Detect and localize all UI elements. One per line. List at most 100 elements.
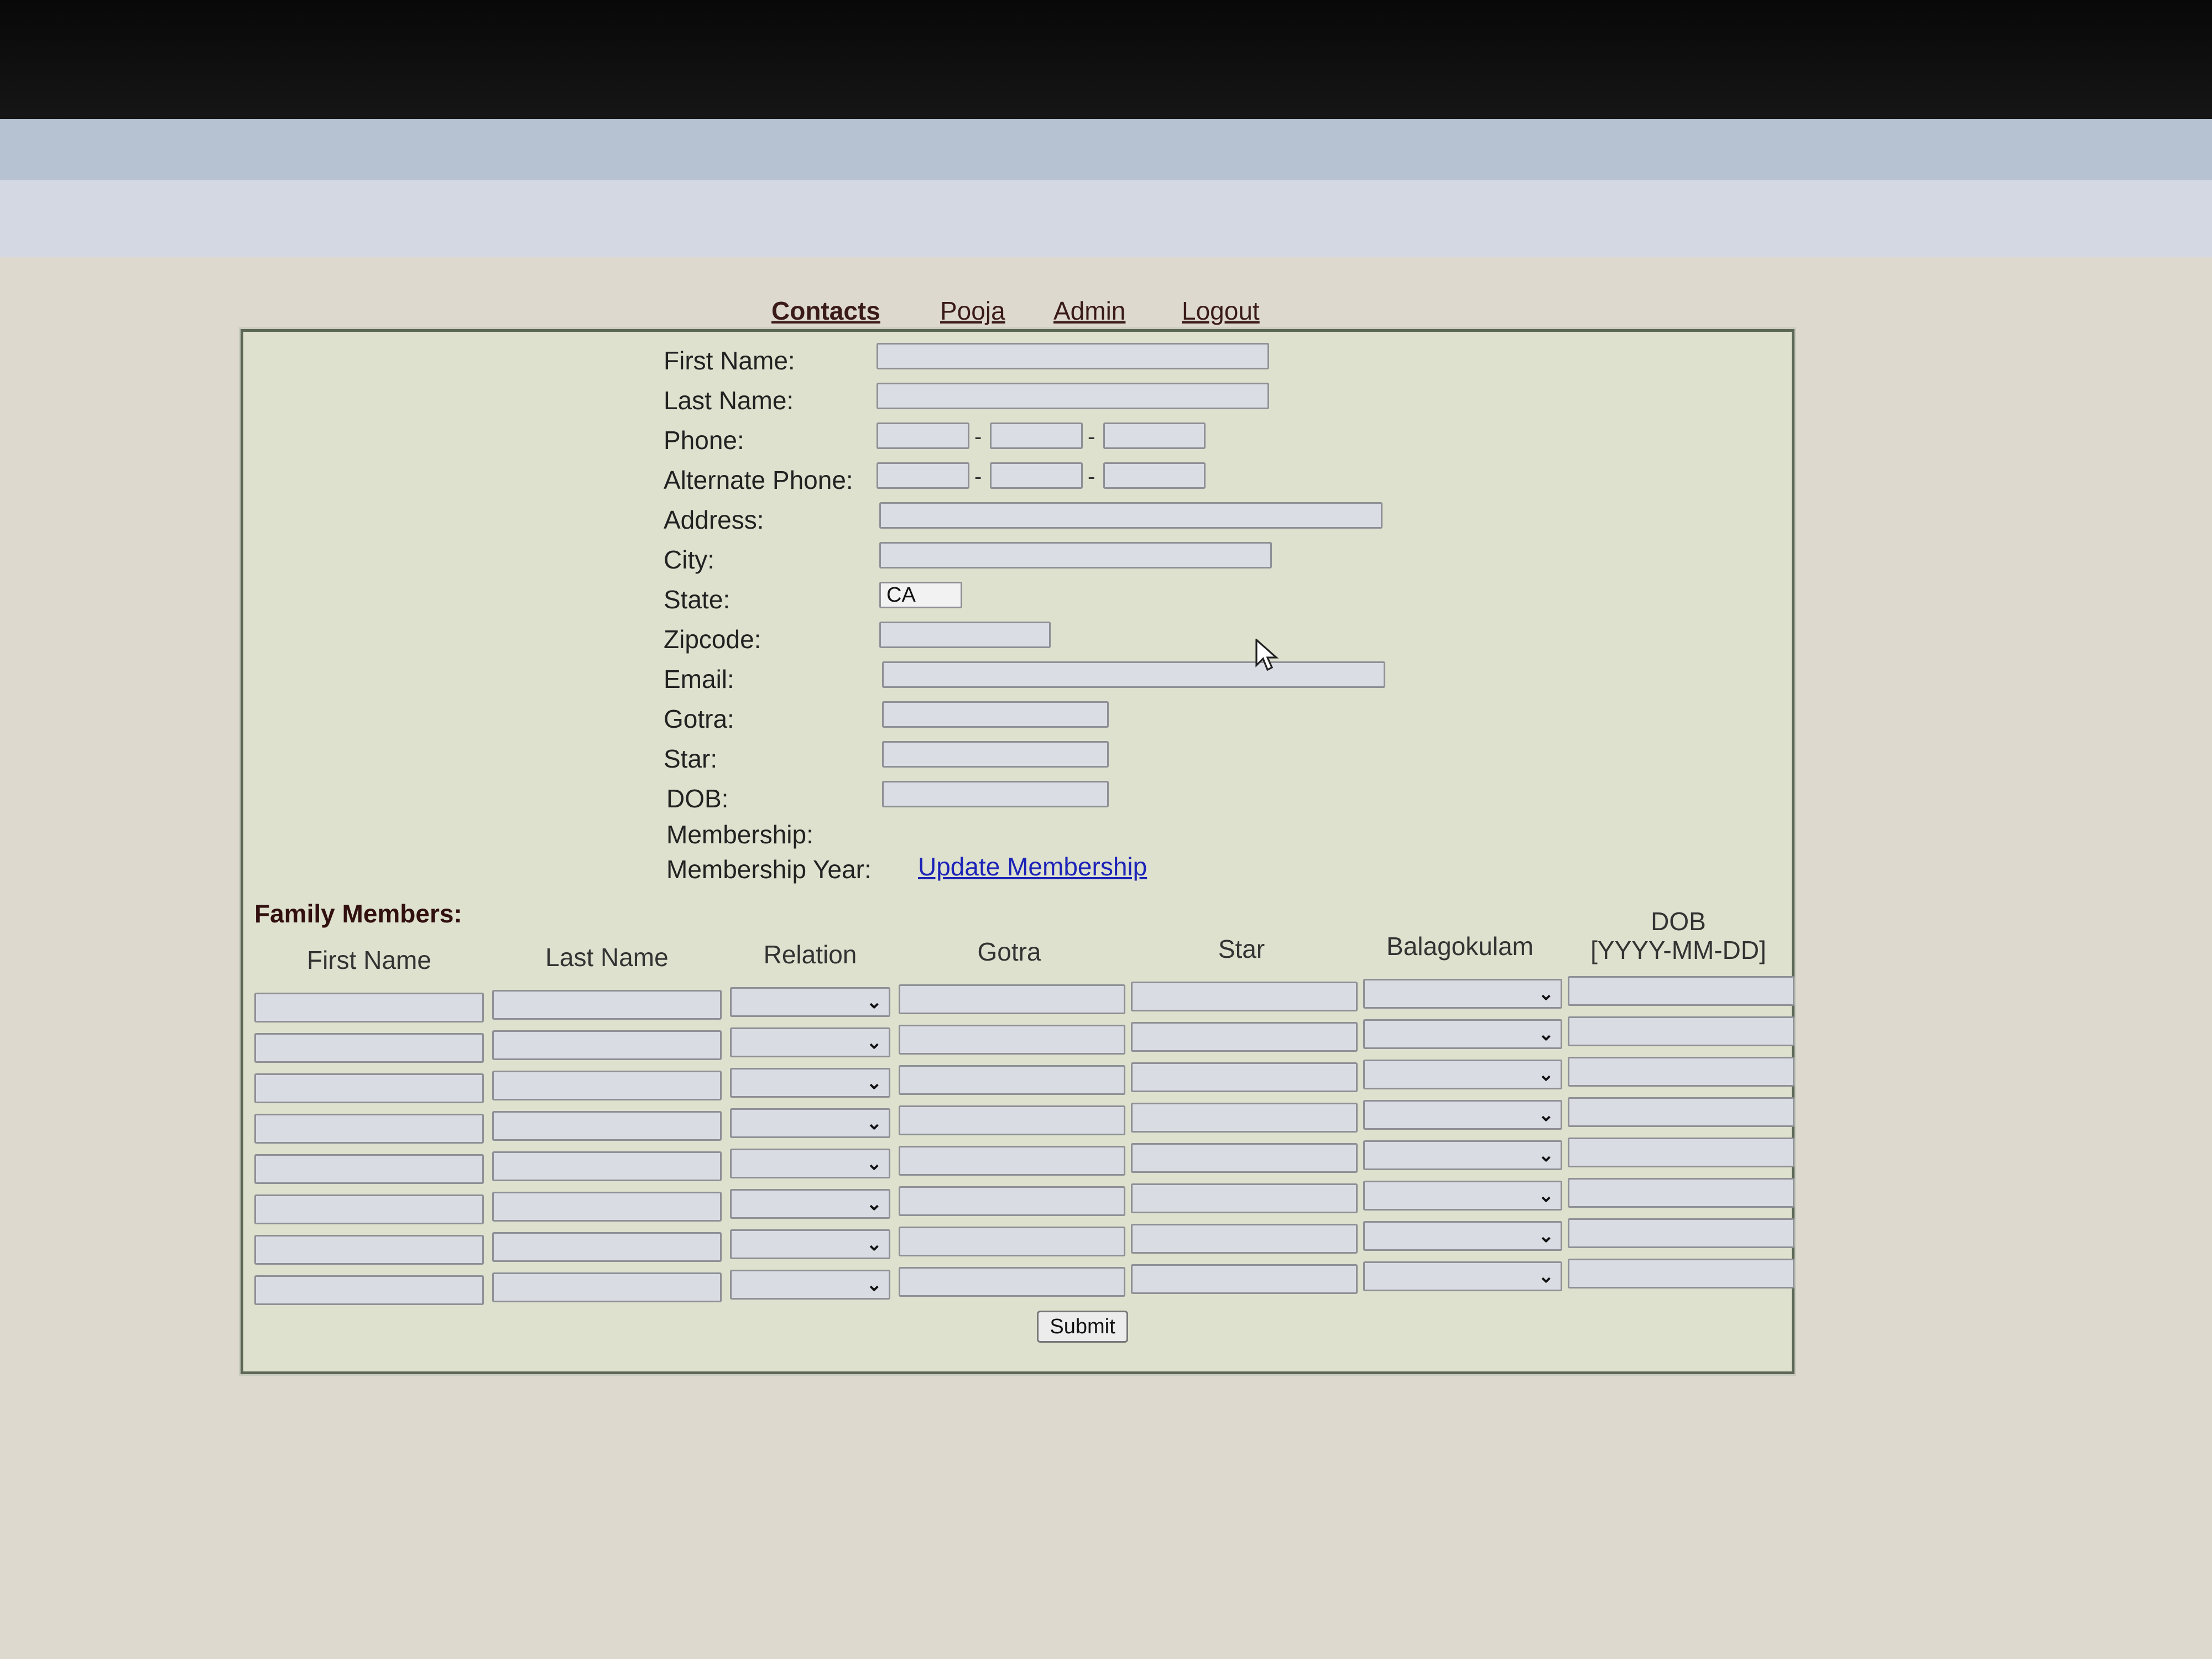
family-last-name-input[interactable] (492, 1111, 722, 1141)
nav-admin-link[interactable]: Admin (1053, 296, 1125, 326)
family-star-input[interactable] (1131, 1062, 1358, 1092)
star-label: Star: (664, 744, 718, 773)
family-star-input[interactable] (1131, 1143, 1358, 1173)
family-first-name-input[interactable] (254, 1275, 484, 1305)
chevron-down-icon: ⌄ (866, 1274, 883, 1295)
family-last-name-input[interactable] (492, 1030, 722, 1060)
family-dob-input[interactable] (1568, 1178, 1794, 1208)
family-gotra-input[interactable] (899, 1227, 1125, 1256)
family-balagokulam-select[interactable]: ⌄ (1363, 1261, 1562, 1291)
family-dob-input[interactable] (1568, 1218, 1794, 1248)
family-relation-select[interactable]: ⌄ (730, 1027, 890, 1057)
family-dob-input[interactable] (1568, 976, 1794, 1006)
phone-area-input[interactable] (877, 422, 969, 449)
family-dob-input[interactable] (1568, 1057, 1794, 1087)
family-gotra-input[interactable] (899, 1065, 1125, 1095)
chevron-down-icon: ⌄ (866, 1234, 883, 1255)
family-dob-input[interactable] (1568, 1138, 1794, 1167)
family-star-input[interactable] (1131, 1264, 1358, 1294)
family-relation-select[interactable]: ⌄ (730, 1149, 890, 1178)
chevron-down-icon: ⌄ (866, 1153, 883, 1174)
family-relation-select[interactable]: ⌄ (730, 1068, 890, 1098)
family-balagokulam-select[interactable]: ⌄ (1363, 1181, 1562, 1211)
address-label: Address: (664, 505, 764, 534)
col-dob: DOB [YYYY-MM-DD] (1565, 907, 1792, 964)
family-gotra-input[interactable] (899, 1267, 1125, 1297)
family-first-name-input[interactable] (254, 993, 484, 1022)
col-last-name: Last Name (545, 943, 669, 972)
family-first-name-input[interactable] (254, 1154, 484, 1184)
family-balagokulam-select[interactable]: ⌄ (1363, 979, 1562, 1009)
family-relation-select[interactable]: ⌄ (730, 1108, 890, 1138)
family-last-name-input[interactable] (492, 990, 722, 1020)
family-relation-select[interactable]: ⌄ (730, 987, 890, 1017)
family-gotra-input[interactable] (899, 1186, 1125, 1216)
alt-phone-prefix-input[interactable] (990, 462, 1083, 489)
family-relation-select[interactable]: ⌄ (730, 1189, 890, 1219)
family-gotra-input[interactable] (899, 1025, 1125, 1055)
family-gotra-input[interactable] (899, 1105, 1125, 1135)
email-input[interactable] (882, 661, 1385, 688)
city-input[interactable] (879, 542, 1272, 568)
family-dob-input[interactable] (1568, 1016, 1794, 1046)
monitor-bezel (0, 0, 2212, 122)
phone-prefix-input[interactable] (990, 422, 1083, 449)
dob-input[interactable] (882, 781, 1109, 807)
update-membership-link[interactable]: Update Membership (918, 852, 1147, 881)
family-first-name-input[interactable] (254, 1073, 484, 1103)
family-relation-select[interactable]: ⌄ (730, 1270, 890, 1300)
state-input[interactable] (879, 582, 962, 608)
family-first-name-input[interactable] (254, 1235, 484, 1265)
family-balagokulam-select[interactable]: ⌄ (1363, 1221, 1562, 1251)
family-star-input[interactable] (1131, 1224, 1358, 1254)
address-input[interactable] (879, 502, 1383, 529)
family-last-name-input[interactable] (492, 1151, 722, 1181)
family-dob-input[interactable] (1568, 1259, 1794, 1288)
nav-pooja-link[interactable]: Pooja (940, 296, 1005, 326)
alt-phone-line-input[interactable] (1103, 462, 1206, 489)
chevron-down-icon: ⌄ (1538, 1225, 1554, 1246)
alt-phone-label: Alternate Phone: (664, 466, 853, 494)
gotra-label: Gotra: (664, 705, 734, 733)
membership-year-label: Membership Year: (666, 855, 872, 884)
browser-toolbar (0, 119, 2212, 180)
chevron-down-icon: ⌄ (1538, 1266, 1554, 1287)
alt-phone-area-input[interactable] (877, 462, 969, 489)
col-dob-line1: DOB (1651, 907, 1706, 936)
family-last-name-input[interactable] (492, 1272, 722, 1302)
family-last-name-input[interactable] (492, 1071, 722, 1100)
phone-line-input[interactable] (1103, 422, 1206, 449)
nav-logout-link[interactable]: Logout (1182, 296, 1260, 326)
family-balagokulam-select[interactable]: ⌄ (1363, 1140, 1562, 1170)
chevron-down-icon: ⌄ (1538, 1145, 1554, 1166)
email-label: Email: (664, 665, 734, 693)
family-dob-input[interactable] (1568, 1097, 1794, 1127)
chevron-down-icon: ⌄ (866, 1032, 883, 1053)
family-first-name-input[interactable] (254, 1114, 484, 1144)
contact-form-panel: First Name: Last Name: Phone: - - Altern… (241, 329, 1794, 1374)
family-balagokulam-select[interactable]: ⌄ (1363, 1019, 1562, 1049)
family-balagokulam-select[interactable]: ⌄ (1363, 1100, 1562, 1130)
last-name-input[interactable] (877, 383, 1269, 409)
family-star-input[interactable] (1131, 982, 1358, 1011)
submit-button[interactable]: Submit (1037, 1311, 1128, 1343)
first-name-input[interactable] (877, 343, 1269, 369)
gotra-input[interactable] (882, 701, 1109, 728)
city-label: City: (664, 545, 714, 574)
family-last-name-input[interactable] (492, 1232, 722, 1262)
family-first-name-input[interactable] (254, 1194, 484, 1224)
chevron-down-icon: ⌄ (1538, 1185, 1554, 1206)
family-first-name-input[interactable] (254, 1033, 484, 1063)
membership-label: Membership: (666, 820, 813, 849)
family-balagokulam-select[interactable]: ⌄ (1363, 1060, 1562, 1089)
family-last-name-input[interactable] (492, 1192, 722, 1222)
zipcode-input[interactable] (879, 622, 1051, 648)
family-star-input[interactable] (1131, 1103, 1358, 1133)
family-gotra-input[interactable] (899, 1146, 1125, 1176)
family-gotra-input[interactable] (899, 984, 1125, 1014)
star-input[interactable] (882, 741, 1109, 768)
family-star-input[interactable] (1131, 1183, 1358, 1213)
family-relation-select[interactable]: ⌄ (730, 1229, 890, 1259)
family-star-input[interactable] (1131, 1022, 1358, 1052)
nav-contacts-link[interactable]: Contacts (771, 296, 880, 326)
